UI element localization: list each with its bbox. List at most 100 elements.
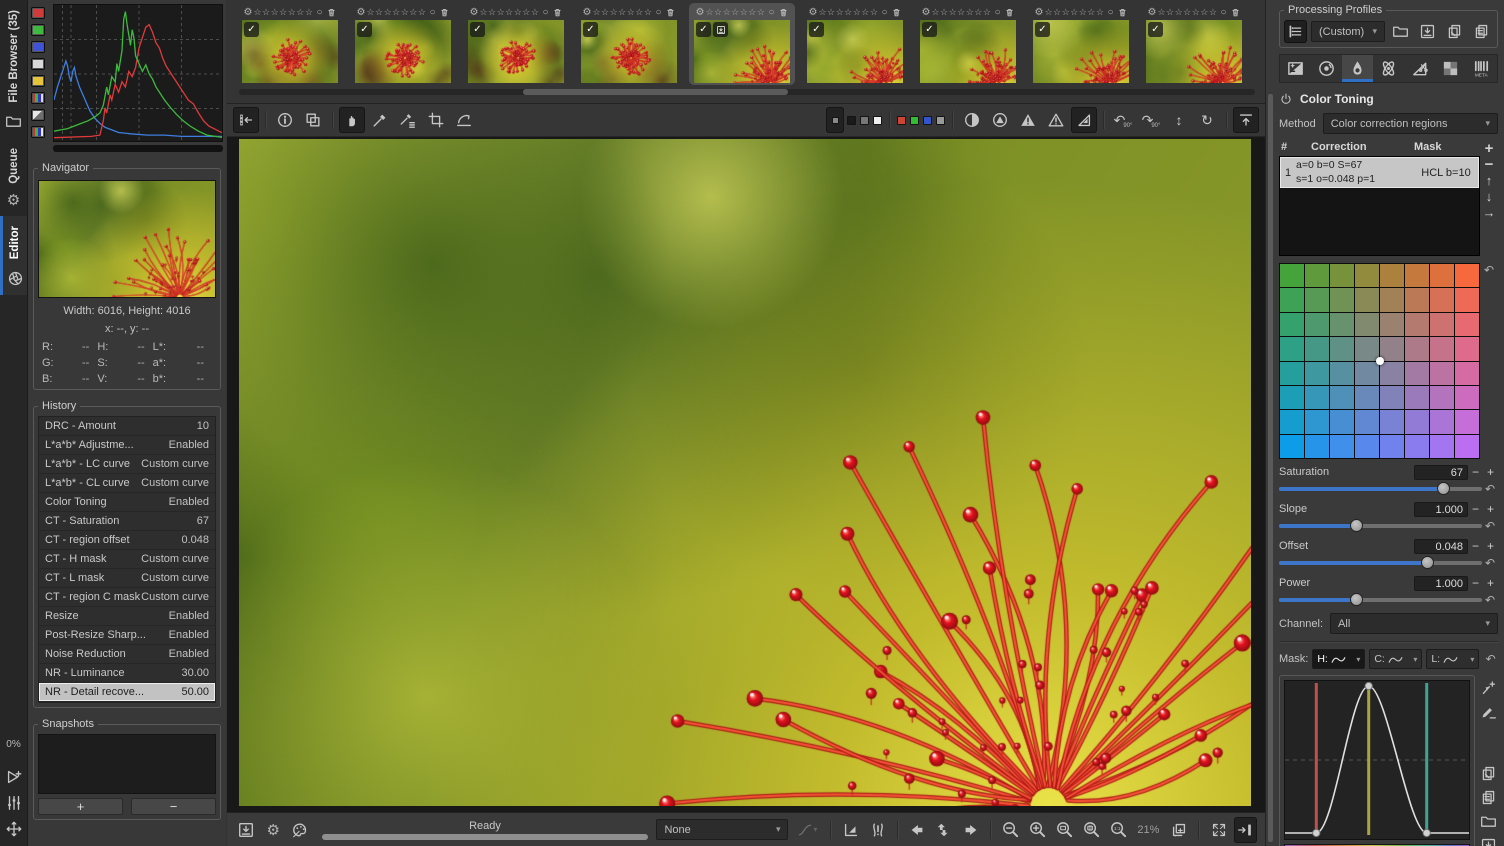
sync-filebrowser-icon[interactable] xyxy=(933,817,956,843)
copy-curve-icon[interactable] xyxy=(1480,765,1497,782)
ab-grid-cell[interactable] xyxy=(1280,362,1304,385)
ab-grid-cell[interactable] xyxy=(1405,313,1429,336)
monitor-profile-icon[interactable]: ▾ xyxy=(792,817,822,843)
main-image[interactable] xyxy=(239,139,1251,806)
ab-grid-cell[interactable] xyxy=(1430,337,1454,360)
soft-proofing-icon[interactable] xyxy=(839,817,862,843)
highlight-clipping-icon[interactable] xyxy=(1043,107,1069,133)
toggle-filmstrip-icon[interactable] xyxy=(233,107,259,133)
green-channel-toggle[interactable] xyxy=(31,24,45,36)
histogram-mode-toggle[interactable] xyxy=(31,109,45,121)
slider-reset-icon[interactable]: ↶ xyxy=(1482,593,1498,607)
history-row[interactable]: CT - Saturation67 xyxy=(39,512,215,531)
channel-select[interactable]: All▾ xyxy=(1330,613,1498,634)
remove-snapshot-button[interactable]: − xyxy=(131,798,216,815)
ab-grid-cell[interactable] xyxy=(1455,435,1479,458)
ab-grid-cell[interactable] xyxy=(1405,435,1429,458)
add-region-icon[interactable]: + xyxy=(1485,141,1494,156)
ab-grid-cell[interactable] xyxy=(1455,337,1479,360)
save-image-icon[interactable] xyxy=(235,817,258,843)
trash-icon[interactable] xyxy=(665,7,676,18)
blue-channel-toggle[interactable] xyxy=(31,41,45,53)
ab-grid-cell[interactable] xyxy=(1355,264,1379,287)
color-paths-toggle[interactable] xyxy=(31,126,45,138)
image-info-icon[interactable] xyxy=(272,107,298,133)
flip-vertical-icon[interactable]: ↕ xyxy=(1166,107,1192,133)
add-to-queue-icon[interactable]: ⚙ xyxy=(262,817,285,843)
ab-grid-cell[interactable] xyxy=(1305,435,1329,458)
luminosity-toggle[interactable] xyxy=(31,58,45,70)
history-row[interactable]: CT - region C maskCustom curve xyxy=(39,588,215,607)
white-balance-picker-icon[interactable] xyxy=(367,107,393,133)
hand-tool-icon[interactable] xyxy=(339,107,365,133)
fullscreen-icon[interactable] xyxy=(1207,817,1230,843)
ab-grid-cell[interactable] xyxy=(1305,264,1329,287)
ab-grid-cell[interactable] xyxy=(1430,362,1454,385)
edit-point-icon[interactable] xyxy=(1480,679,1497,696)
ab-grid-cell[interactable] xyxy=(1330,410,1354,433)
trash-icon[interactable] xyxy=(552,7,563,18)
crop-tool-icon[interactable] xyxy=(423,107,449,133)
editor-tab-label[interactable]: Editor xyxy=(9,220,21,265)
ab-grid-cell[interactable] xyxy=(1380,435,1404,458)
ab-grid-cell[interactable] xyxy=(1305,288,1329,311)
ab-grid-cell[interactable] xyxy=(1430,410,1454,433)
ab-grid-cell[interactable] xyxy=(1405,264,1429,287)
grid-reset-icon[interactable]: ↶ xyxy=(1481,263,1497,459)
ab-grid-cell[interactable] xyxy=(1380,288,1404,311)
rank-stars[interactable]: ☆☆☆☆☆☆☆ xyxy=(479,7,539,18)
history-row[interactable]: ResizeEnabled xyxy=(39,607,215,626)
ab-grid-cell[interactable] xyxy=(1330,386,1354,409)
thumb-profile-icon[interactable]: ⚙ xyxy=(696,7,705,18)
move-region-up-icon[interactable]: ↑ xyxy=(1486,173,1493,188)
color-label-icon[interactable]: ○ xyxy=(429,7,435,18)
chromaticity-toggle[interactable] xyxy=(31,75,45,87)
rank-stars[interactable]: ☆☆☆☆☆☆☆ xyxy=(931,7,991,18)
ab-grid-cell[interactable] xyxy=(1330,337,1354,360)
ab-grid-cell[interactable] xyxy=(1355,386,1379,409)
focus-mask-icon[interactable] xyxy=(1071,107,1097,133)
filmstrip-thumbnail[interactable]: ⚙ ☆☆☆☆☆☆☆ ○ ✓ xyxy=(1028,3,1134,85)
thumb-profile-icon[interactable]: ⚙ xyxy=(470,7,479,18)
tab-file-browser[interactable]: File Browser (35) xyxy=(0,0,27,138)
ab-grid-cell[interactable] xyxy=(1380,386,1404,409)
decrement-button[interactable]: − xyxy=(1468,502,1483,516)
navigator-thumbnail[interactable] xyxy=(38,180,216,298)
output-profile-select[interactable]: None▾ xyxy=(656,819,788,840)
preview-red-icon[interactable] xyxy=(897,116,906,125)
color-label-icon[interactable]: ○ xyxy=(994,7,1000,18)
rank-stars[interactable]: ☆☆☆☆☆☆☆ xyxy=(366,7,426,18)
filmstrip-scrollbar[interactable] xyxy=(239,89,1255,95)
history-row[interactable]: Noise ReductionEnabled xyxy=(39,645,215,664)
color-label-icon[interactable]: ○ xyxy=(1107,7,1113,18)
reset-rotation-icon[interactable]: ↻ xyxy=(1194,107,1220,133)
tab-queue[interactable]: Queue ⚙ xyxy=(0,138,27,217)
slider-knob[interactable] xyxy=(1350,519,1363,532)
ab-grid-cell[interactable] xyxy=(1455,264,1479,287)
history-row[interactable]: CT - H maskCustom curve xyxy=(39,550,215,569)
snapshots-list[interactable] xyxy=(38,734,216,794)
tool-power-icon[interactable] xyxy=(1279,92,1293,106)
load-curve-icon[interactable] xyxy=(1480,813,1497,830)
color-label-icon[interactable]: ○ xyxy=(316,7,322,18)
tab-raw[interactable] xyxy=(1435,55,1466,82)
trash-icon[interactable] xyxy=(326,7,337,18)
rank-stars[interactable]: ☆☆☆☆☆☆☆ xyxy=(705,7,765,18)
color-label-icon[interactable]: ○ xyxy=(655,7,661,18)
trash-icon[interactable] xyxy=(1117,7,1128,18)
history-row[interactable]: DRC - Amount10 xyxy=(39,417,215,436)
bw-preview-icon[interactable] xyxy=(959,107,985,133)
tab-advanced[interactable] xyxy=(1373,55,1404,82)
slider-knob[interactable] xyxy=(1437,482,1450,495)
zoom-out-icon[interactable] xyxy=(999,817,1022,843)
rank-stars[interactable]: ☆☆☆☆☆☆☆ xyxy=(253,7,313,18)
ab-grid-cell[interactable] xyxy=(1330,288,1354,311)
ab-grid-cell[interactable] xyxy=(1355,288,1379,311)
ab-grid-cell[interactable] xyxy=(1355,362,1379,385)
slider-value[interactable]: 0.048 xyxy=(1414,539,1468,554)
ab-grid-cell[interactable] xyxy=(1355,435,1379,458)
mask-reset-icon[interactable]: ↶ xyxy=(1483,652,1498,666)
ab-grid-cell[interactable] xyxy=(1380,337,1404,360)
thumb-profile-icon[interactable]: ⚙ xyxy=(244,7,253,18)
filmstrip-thumbnail[interactable]: ⚙ ☆☆☆☆☆☆☆ ○ ✓ xyxy=(689,3,795,85)
